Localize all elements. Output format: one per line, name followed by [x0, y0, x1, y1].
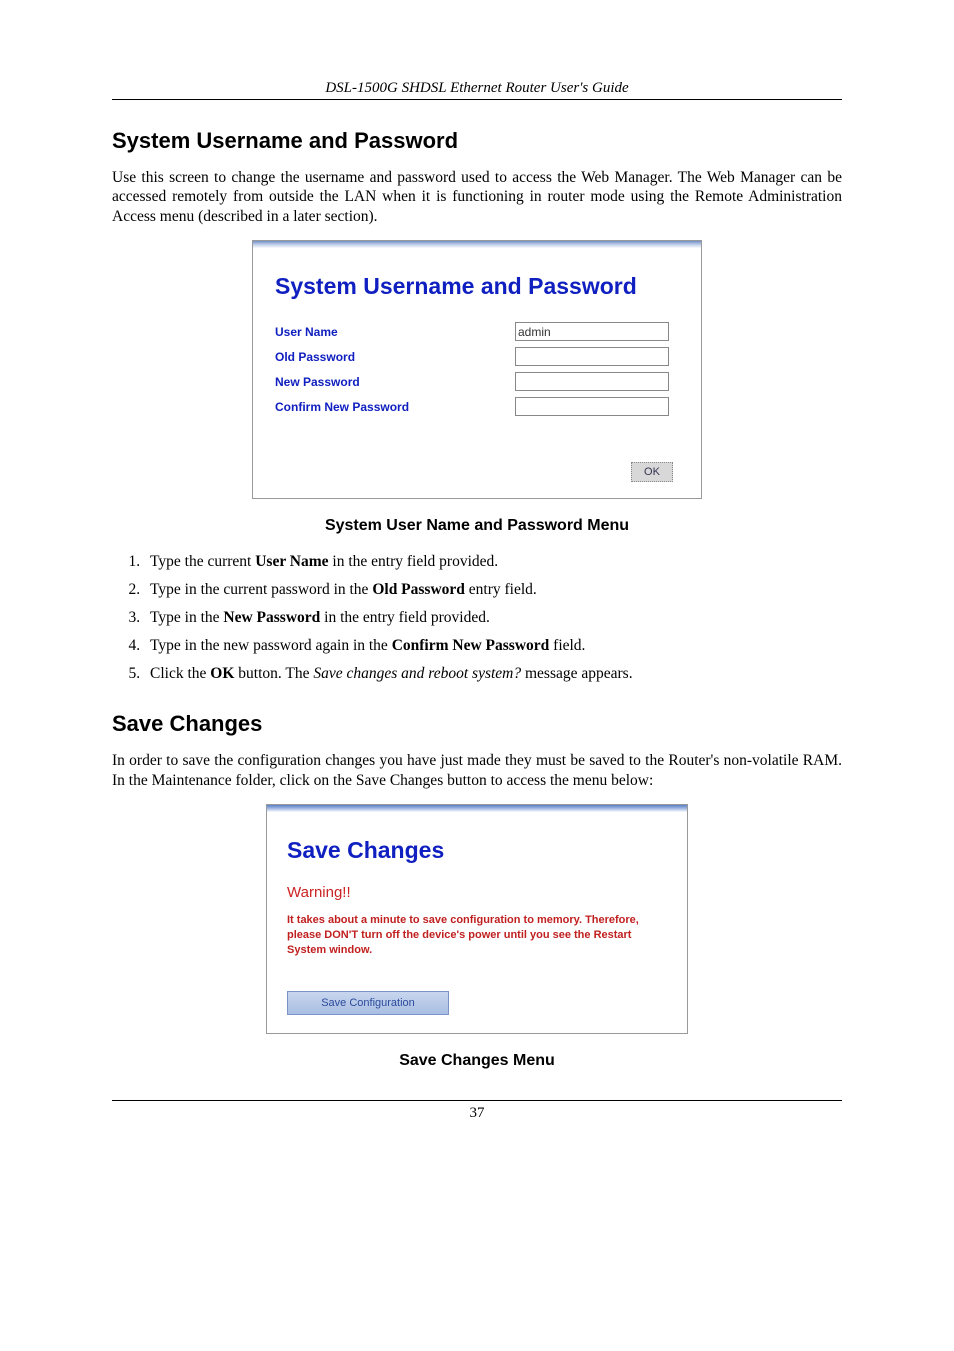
- warning-heading: Warning!!: [287, 884, 667, 901]
- header-rule: [112, 99, 842, 100]
- form-row-confirmpw: Confirm New Password: [275, 397, 679, 416]
- step-3: Type in the New Password in the entry fi…: [144, 609, 842, 627]
- new-password-input[interactable]: [515, 372, 669, 391]
- step-1: Type the current User Name in the entry …: [144, 553, 842, 571]
- form-row-newpw: New Password: [275, 372, 679, 391]
- panel-title: System Username and Password: [275, 273, 679, 300]
- username-label: User Name: [275, 325, 515, 339]
- ok-button[interactable]: OK: [631, 462, 673, 482]
- new-password-label: New Password: [275, 375, 515, 389]
- section-intro-save: In order to save the configuration chang…: [112, 751, 842, 790]
- confirm-password-input[interactable]: [515, 397, 669, 416]
- running-header: DSL-1500G SHDSL Ethernet Router User's G…: [112, 80, 842, 97]
- step-4: Type in the new password again in the Co…: [144, 637, 842, 655]
- step-2: Type in the current password in the Old …: [144, 581, 842, 599]
- section-intro-username: Use this screen to change the username a…: [112, 168, 842, 226]
- caption-save-panel: Save Changes Menu: [112, 1052, 842, 1070]
- section-heading-username: System Username and Password: [112, 128, 842, 154]
- step-5: Click the OK button. The Save changes an…: [144, 665, 842, 683]
- old-password-input[interactable]: [515, 347, 669, 366]
- save-changes-panel: Save Changes Warning!! It takes about a …: [266, 804, 688, 1035]
- warning-body: It takes about a minute to save configur…: [287, 913, 667, 958]
- username-input[interactable]: [515, 322, 669, 341]
- panel2-title: Save Changes: [287, 837, 667, 864]
- page-footer: 37: [112, 1100, 842, 1122]
- section-heading-save: Save Changes: [112, 711, 842, 737]
- old-password-label: Old Password: [275, 350, 515, 364]
- panel-topbar: [253, 241, 701, 249]
- form-row-username: User Name: [275, 322, 679, 341]
- instruction-list: Type the current User Name in the entry …: [144, 553, 842, 683]
- page-number: 37: [470, 1105, 485, 1121]
- form-row-oldpw: Old Password: [275, 347, 679, 366]
- caption-username-panel: System User Name and Password Menu: [112, 517, 842, 535]
- confirm-password-label: Confirm New Password: [275, 400, 515, 414]
- save-configuration-button[interactable]: Save Configuration: [287, 991, 449, 1015]
- username-password-panel: System Username and Password User Name O…: [252, 240, 702, 499]
- panel-topbar: [267, 805, 687, 813]
